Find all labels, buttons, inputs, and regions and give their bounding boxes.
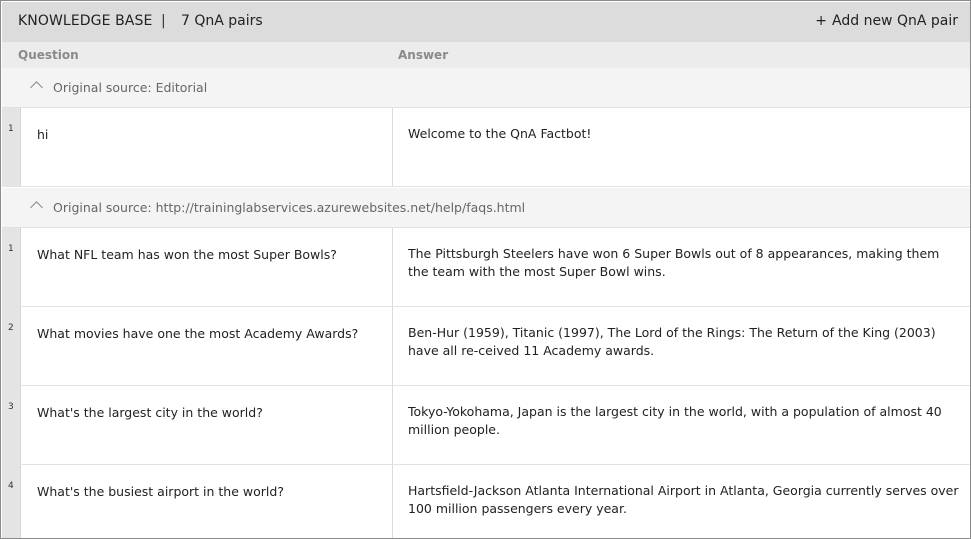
kb-header-bar: KNOWLEDGE BASE | 7 QnA pairs + Add new Qn… xyxy=(2,2,970,42)
source-section-header-faqs[interactable]: Original source: http://traininglabservi… xyxy=(2,188,970,228)
row-gutter xyxy=(2,465,21,538)
answer-cell[interactable]: Welcome to the QnA Factbot! xyxy=(408,125,960,143)
qna-row[interactable]: 1 What NFL team has won the most Super B… xyxy=(2,228,970,307)
chevron-up-icon xyxy=(30,81,43,94)
chevron-up-icon xyxy=(30,201,43,214)
qna-row[interactable]: 2 What movies have one the most Academy … xyxy=(2,307,970,386)
add-qna-pair-button[interactable]: + Add new QnA pair xyxy=(815,13,958,29)
add-qna-pair-label: Add new QnA pair xyxy=(832,13,958,29)
column-divider xyxy=(392,307,393,385)
knowledge-base-panel: KNOWLEDGE BASE | 7 QnA pairs + Add new Qn… xyxy=(0,0,971,539)
row-number: 2 xyxy=(8,323,14,333)
question-cell[interactable]: What's the busiest airport in the world? xyxy=(37,484,284,499)
answer-cell[interactable]: Hartsfield-Jackson Atlanta International… xyxy=(408,482,960,518)
answer-column-header: Answer xyxy=(398,48,449,62)
question-cell[interactable]: hi xyxy=(37,127,48,142)
question-cell[interactable]: What movies have one the most Academy Aw… xyxy=(37,326,358,341)
qna-pair-count: 7 QnA pairs xyxy=(181,13,263,29)
qna-row[interactable]: 3 What's the largest city in the world? … xyxy=(2,386,970,465)
section-source-label: Original source: Editorial xyxy=(53,80,208,95)
plus-icon: + xyxy=(815,13,828,29)
question-column-header: Question xyxy=(18,48,79,62)
column-divider xyxy=(392,108,393,186)
answer-cell[interactable]: Ben-Hur (1959), Titanic (1997), The Lord… xyxy=(408,324,960,360)
kb-header-separator: | xyxy=(161,13,166,29)
row-gutter xyxy=(2,386,21,464)
row-gutter xyxy=(2,108,21,186)
section-source-label: Original source: http://traininglabservi… xyxy=(53,200,526,215)
column-divider xyxy=(392,228,393,306)
row-number: 1 xyxy=(8,244,14,254)
row-gutter xyxy=(2,307,21,385)
qna-row[interactable]: 4 What's the busiest airport in the worl… xyxy=(2,465,970,538)
question-cell[interactable]: What's the largest city in the world? xyxy=(37,405,263,420)
row-number: 3 xyxy=(8,402,14,412)
answer-cell[interactable]: Tokyo-Yokohama, Japan is the largest cit… xyxy=(408,403,960,439)
column-header-row: Question Answer xyxy=(2,42,970,68)
row-gutter xyxy=(2,228,21,306)
row-number: 1 xyxy=(8,124,14,134)
kb-title: KNOWLEDGE BASE xyxy=(18,13,153,29)
column-divider xyxy=(392,465,393,538)
column-divider xyxy=(392,386,393,464)
question-cell[interactable]: What NFL team has won the most Super Bow… xyxy=(37,247,337,262)
source-section-header-editorial[interactable]: Original source: Editorial xyxy=(2,68,970,108)
qna-row[interactable]: 1 hi Welcome to the QnA Factbot! xyxy=(2,108,970,187)
answer-cell[interactable]: The Pittsburgh Steelers have won 6 Super… xyxy=(408,245,960,281)
row-number: 4 xyxy=(8,481,14,491)
